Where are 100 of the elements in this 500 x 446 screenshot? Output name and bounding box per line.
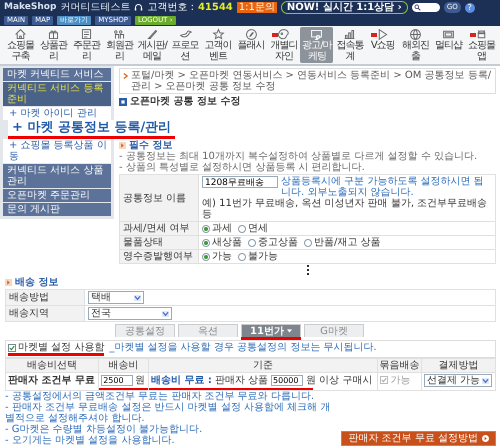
search-field[interactable]: [412, 3, 440, 12]
sidebar-item[interactable]: 마켓 커넥티드 서비스: [3, 68, 111, 81]
basis-label: 배송비 무료 :: [150, 375, 212, 386]
radio-button[interactable]: [248, 238, 256, 246]
table-cell: 판매자 조건부 무료: [6, 372, 99, 390]
sidebar-item[interactable]: 오픈마켓 주문관리: [3, 189, 111, 202]
column-header: 배송비: [98, 358, 148, 372]
people-icon: [112, 28, 126, 41]
menu-item[interactable]: 회원관리: [102, 27, 136, 63]
example-text: 예) 11번가 무료배송, 옥션 미성년자 판매 불가, 조건부무료배송 등: [202, 198, 488, 220]
unit-text: 원: [135, 375, 146, 386]
checkbox-label: 가능: [390, 374, 410, 386]
sidebar-item[interactable]: 커넥티드 서비스 등록준비: [3, 82, 111, 106]
highlight-underline: [241, 337, 301, 340]
hint-text: 상품등록시에 구분 가능하도록 설정하시면 됩니다. 외부노출되지 않습니다.: [281, 176, 485, 198]
radio-label: 과세: [212, 223, 232, 234]
logo[interactable]: MakeShop: [4, 2, 56, 13]
name-input[interactable]: 1208무료배송: [202, 176, 278, 188]
palette-icon: [277, 28, 290, 41]
guide-button[interactable]: 판매자 조건부 무료 설정방법: [341, 431, 496, 446]
radio-label: 중고상품: [258, 237, 298, 248]
menu-item[interactable]: 고객이벤트: [202, 27, 235, 63]
radio-button[interactable]: [202, 224, 210, 232]
menu-item[interactable]: 개별디자인: [268, 27, 300, 63]
check-icon: [9, 344, 15, 350]
tablet-icon: [442, 28, 456, 41]
customer-number-label: 고객번호 :: [147, 2, 194, 13]
menu-item[interactable]: 접속통계: [333, 27, 366, 63]
shop-name: 커머티드테스트: [60, 2, 130, 13]
market-tab[interactable]: 11번가: [241, 324, 301, 337]
select-field[interactable]: 전국: [88, 307, 172, 320]
radio-label: 불가능: [248, 251, 278, 262]
customer-number: 41544: [198, 2, 233, 13]
note-text: - G마켓은 수량별 차등설정이 불가능합니다.: [5, 424, 204, 435]
column-header: 결제방법: [422, 358, 496, 372]
menu-item[interactable]: V쇼핑: [366, 27, 400, 63]
vertical-dots-icon: [306, 265, 310, 275]
chevron-icon: [123, 72, 128, 80]
threshold-input[interactable]: 50000: [271, 375, 304, 386]
radio-label: 면세: [248, 223, 268, 234]
radio-button[interactable]: [202, 238, 210, 246]
note-text: - 오기게는 마켓별 설정을 사용합니다.: [5, 435, 176, 446]
note-text: - 판매자 조건부 무료배송 설정은 반드시 마켓별 설정 사용함에 체크해 개별적으로 설정해주셔야 합니다.: [5, 402, 332, 424]
radio-button[interactable]: [238, 224, 246, 232]
radio-button[interactable]: [238, 252, 246, 260]
column-header: 기준: [148, 358, 378, 372]
caret-icon: [482, 378, 489, 384]
menu-item[interactable]: 상품관리: [36, 27, 70, 63]
checkbox[interactable]: [8, 344, 16, 352]
row-label: 배송방법: [6, 290, 84, 306]
bullet-icon: [5, 279, 12, 286]
radio-button[interactable]: [304, 238, 312, 246]
select-field[interactable]: 택배: [88, 291, 144, 304]
menu-item[interactable]: 쇼핑몰구축: [4, 27, 37, 63]
radio-label: 반품/재고 상품: [314, 237, 381, 248]
document-icon: [80, 28, 93, 41]
square-icon: [119, 98, 127, 106]
page-title: 오픈마켓 공통 정보 수정: [130, 96, 240, 107]
star-icon: [212, 28, 225, 41]
globe-icon: [409, 28, 422, 41]
sidebar-subitem[interactable]: + 마켓 아이디 관리: [3, 107, 111, 120]
note-text: - 상품의 특성별로 설정하시면 상품등록 시 편리합니다.: [119, 162, 366, 173]
menu-item[interactable]: 프로모션: [168, 27, 202, 63]
menu-item[interactable]: 멀티샵: [432, 27, 466, 63]
section-heading: 배송 정보: [15, 277, 58, 288]
house-icon: [14, 28, 27, 41]
column-header: 배송비선택: [6, 358, 99, 372]
bullet-icon: [119, 142, 126, 149]
radio-button[interactable]: [202, 252, 210, 260]
menu-item[interactable]: 플래시: [234, 27, 268, 63]
caret-icon: [286, 329, 292, 333]
gift-icon: [46, 28, 60, 41]
setting-note: _마켓별 설정을 사용할 경우 공통설정의 정보는 무시됩니다.: [109, 342, 377, 353]
bar-chart-icon: [343, 28, 356, 41]
compass-icon: [244, 28, 258, 41]
check-icon: [381, 377, 388, 384]
basis-text: 원 이상 구매시: [306, 375, 372, 386]
column-header: 묶음배송: [378, 358, 422, 372]
row-label: 배송지역: [6, 306, 84, 322]
pencil-icon: [146, 28, 159, 41]
play-icon: [376, 28, 390, 41]
callout-label: + 마켓 공통정보 등록/관리: [8, 120, 176, 139]
menu-item[interactable]: 주문관리: [70, 27, 103, 63]
menu-item[interactable]: 게시판/메일: [136, 27, 169, 63]
sidebar-item[interactable]: 커넥티드 서비스 상품관리: [3, 164, 111, 188]
menu-item[interactable]: 해외진출: [399, 27, 432, 63]
note-text: - 공통설정에서의 금액조건부 무료는 판매자 조건부 무료와 다릅니다.: [5, 391, 316, 402]
sidebar-subitem[interactable]: + 쇼핑몰 등록상품 이동: [3, 139, 111, 163]
live-chat-button[interactable]: NOW! 실시간 1:1상담 ›: [280, 1, 408, 14]
search-icon: [414, 4, 421, 11]
note-text: - 공통정보는 최대 10개까지 복수설정하여 상품별로 다르게 설정할 수 있습니다.: [119, 151, 478, 162]
row-label: 영수증발행여부: [120, 250, 198, 264]
radio-label: 가능: [212, 251, 232, 262]
payment-select[interactable]: 선결제 가능: [424, 374, 492, 387]
caret-icon: [162, 310, 169, 316]
sidebar-item[interactable]: 문의 게시판: [3, 203, 111, 216]
radio-label: 새상품: [212, 237, 242, 248]
fee-input[interactable]: 2500: [101, 375, 134, 386]
menu-item[interactable]: 쇼핑몰앱: [465, 27, 498, 63]
caret-icon: [134, 294, 141, 300]
